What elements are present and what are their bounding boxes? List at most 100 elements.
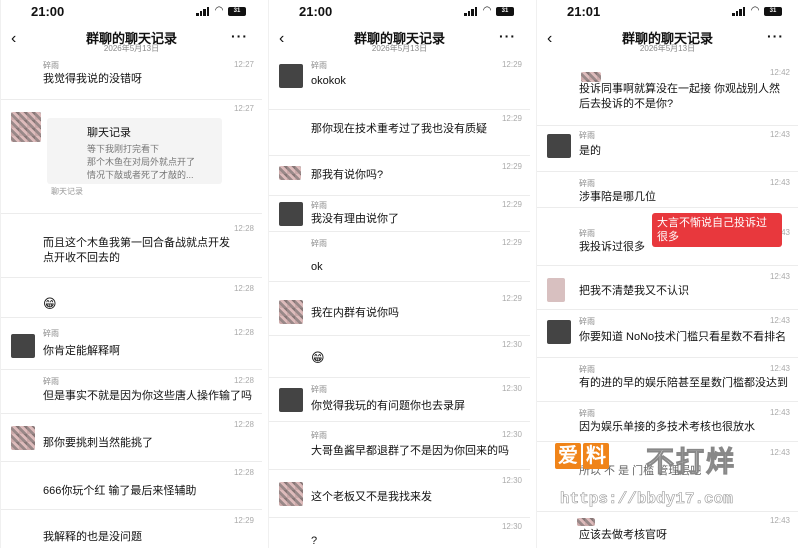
avatar — [547, 278, 565, 302]
message-text: 把我不清楚我又不认识 — [579, 285, 689, 297]
message-time: 12:43 — [769, 316, 790, 325]
red-annotation-label: 大言不惭说自己投诉过很多 — [652, 213, 782, 247]
card-line: 那个木鱼在对局外就点开了 — [87, 157, 196, 167]
message-text: 我觉得我说的没错呀 — [43, 73, 142, 85]
avatar — [279, 64, 303, 88]
message-time: 12:28 — [233, 224, 254, 233]
message-text: 而且这个木鱼我第一回合备战就点开发 点开收不回去的 — [43, 237, 230, 264]
sender-name: 碎雨 — [579, 409, 595, 418]
signal-icon — [196, 6, 210, 16]
list-item: 碎雨 12:28 但是事实不就是因为你这些唐人操作输了吗 — [1, 374, 262, 414]
list-item: 12:29 那我有说你吗? — [269, 160, 530, 196]
list-item: 碎雨 12:30 你觉得我玩的有问题你也去录屏 — [269, 382, 530, 422]
watermark-url: https://bbdy17.com — [560, 490, 733, 509]
list-item: 碎雨 12:30 大哥鱼酱早都退群了不是因为你回来的吗 — [269, 428, 530, 470]
list-item: 碎雨 12:43 涉事陪是哪几位 — [537, 176, 798, 208]
battery-icon: 31 — [228, 6, 246, 16]
list-item: 碎雨 12:29 okokok — [269, 58, 530, 110]
message-time: 12:30 — [501, 430, 522, 439]
avatar — [11, 112, 41, 142]
message-text: 我在内群有说你吗 — [311, 307, 399, 319]
avatar — [547, 320, 571, 344]
list-item: 12:29 那你现在技术重考过了我也没有质疑 — [269, 112, 530, 156]
forwarded-chat-card[interactable]: 聊天记录 等下我刚打完看下 那个木鱼在对局外就点开了 情况下敲或者死了才敲的..… — [47, 118, 222, 184]
sender-name: 碎雨 — [43, 61, 59, 70]
message-time: 12:29 — [501, 238, 522, 247]
page-date: 2026年5月13日 — [103, 44, 160, 53]
avatar — [547, 134, 571, 158]
list-item: 碎雨 12:43 有的进的早的娱乐陪甚至星数门槛都没达到 — [537, 362, 798, 402]
message-text: 你肯定能解释啊 — [43, 345, 120, 357]
message-text: 应该去做考核官呀 — [579, 529, 667, 541]
clock: 21:01 — [567, 4, 601, 19]
sender-name: 碎雨 — [579, 179, 595, 188]
more-icon[interactable]: ··· — [767, 28, 784, 44]
sender-name: 碎雨 — [311, 61, 327, 70]
message-text: 这个老板又不是我找来发 — [311, 491, 432, 503]
watermark-logo-char: 料 — [583, 443, 609, 469]
nav-bar: ‹ 群聊的聊天记录 2026年5月13日 ··· — [537, 24, 798, 54]
message-text: 是的 — [579, 145, 601, 157]
battery-icon: 31 — [764, 6, 782, 16]
message-text: 大哥鱼酱早都退群了不是因为你回来的吗 — [311, 445, 509, 457]
message-text: 涉事陪是哪几位 — [579, 191, 656, 203]
message-time: 12:43 — [769, 448, 790, 457]
message-text: 因为娱乐单接的多技术考核也很放水 — [579, 421, 755, 433]
message-text: 我没有理由说你了 — [311, 213, 399, 225]
list-item: 碎雨 12:43 因为娱乐单接的多技术考核也很放水 — [537, 406, 798, 442]
message-time: 12:30 — [501, 522, 522, 531]
list-item: 12:30 这个老板又不是我找来发 — [269, 474, 530, 518]
sender-name: 碎雨 — [579, 365, 595, 374]
list-item: 12:43 把我不清楚我又不认识 — [537, 270, 798, 310]
avatar — [279, 482, 303, 506]
list-item: 12:29 我解释的也是没问题 — [1, 514, 262, 548]
message-time: 12:29 — [233, 516, 254, 525]
list-item: 12:30 😁 — [269, 338, 530, 378]
watermark-logo: 爱 料 — [555, 443, 609, 469]
message-time: 12:28 — [233, 468, 254, 477]
message-text: 666你玩个红 输了最后来怪辅助 — [43, 485, 197, 497]
page-date: 2026年5月13日 — [371, 44, 428, 53]
battery-icon: 31 — [496, 6, 514, 16]
list-item: 碎雨 12:29 我没有理由说你了 — [269, 198, 530, 232]
message-time: 12:28 — [233, 328, 254, 337]
list-item: 12:43 应该去做考核官呀 — [537, 514, 798, 548]
status-bar: 21:00 ◠ 31 — [1, 0, 262, 22]
sender-name: 碎雨 — [311, 385, 327, 394]
message-time: 12:27 — [233, 104, 254, 113]
message-time: 12:43 — [769, 272, 790, 281]
list-item: 碎雨 12:43 你要知道 NoNo技术门槛只看星数不看排名 — [537, 314, 798, 358]
list-item: 12:27 聊天记录 等下我刚打完看下 那个木鱼在对局外就点开了 情况下敲或者死… — [1, 102, 262, 214]
more-icon[interactable]: ··· — [231, 28, 248, 44]
list-item: 碎雨 12:29 ok — [269, 236, 530, 282]
sender-name: 碎雨 — [311, 201, 327, 210]
list-item: 碎雨 12:43 是的 — [537, 128, 798, 172]
avatar — [11, 426, 35, 450]
clock: 21:00 — [299, 4, 333, 19]
avatar — [279, 300, 303, 324]
avatar — [279, 166, 301, 180]
sender-name: 碎雨 — [43, 329, 59, 338]
card-line: 等下我刚打完看下 — [87, 144, 160, 154]
avatar — [279, 202, 303, 226]
avatar — [577, 518, 595, 526]
more-icon[interactable]: ··· — [499, 28, 516, 44]
message-time: 12:43 — [769, 516, 790, 525]
sender-name: 碎雨 — [579, 131, 595, 140]
avatar — [581, 72, 601, 82]
message-text: ? — [311, 535, 318, 547]
nav-bar: ‹ 群聊的聊天记录 2026年5月13日 ··· — [269, 24, 530, 54]
message-text: 但是事实不就是因为你这些唐人操作输了吗 — [43, 390, 252, 402]
message-text: 你要知道 NoNo技术门槛只看星数不看排名 — [579, 331, 787, 343]
list-item: 12:30 ? — [269, 520, 530, 548]
message-time: 12:28 — [233, 376, 254, 385]
message-text: 你觉得我玩的有问题你也去录屏 — [311, 400, 465, 412]
signal-icon — [732, 6, 746, 16]
message-text: 我解释的也是没问题 — [43, 531, 142, 543]
message-text: 投诉同事啊就算没在一起接 你观战别人然后去投诉的不是你? — [579, 83, 781, 110]
message-time: 12:43 — [769, 364, 790, 373]
page-date: 2026年5月13日 — [639, 44, 696, 53]
message-time: 12:30 — [501, 384, 522, 393]
message-time: 12:43 — [769, 408, 790, 417]
status-bar: 21:01 ◠ 31 — [537, 0, 798, 22]
